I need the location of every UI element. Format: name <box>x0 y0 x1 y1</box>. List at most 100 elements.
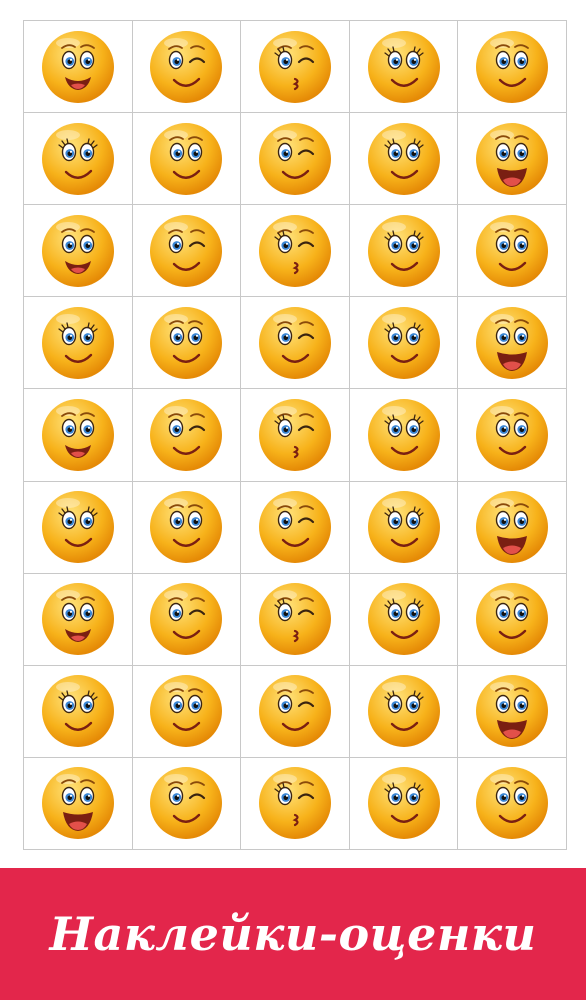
winking-emoji-icon <box>258 491 331 564</box>
title-banner: Наклейки-оценки <box>0 868 586 1000</box>
sticker-cell <box>240 296 350 390</box>
sticker-cell <box>240 664 350 758</box>
lashes-smile-emoji-icon <box>367 306 440 379</box>
sticker-cell <box>131 756 242 851</box>
winking-emoji-icon <box>150 214 223 287</box>
sticker-cell <box>23 296 133 390</box>
sticker-cell <box>348 204 459 298</box>
laughing-emoji-icon <box>41 767 114 840</box>
sticker-cell <box>240 204 350 298</box>
sticker-row <box>23 664 567 758</box>
smile-emoji-icon <box>476 214 549 287</box>
sticker-row <box>23 19 567 114</box>
lashes-smile-emoji-icon <box>41 675 114 748</box>
sticker-row <box>23 388 567 482</box>
sticker-row <box>23 204 567 298</box>
winking-emoji-icon <box>258 306 331 379</box>
sticker-cell <box>240 19 350 114</box>
sticker-cell <box>348 296 459 390</box>
winking-emoji-icon <box>150 398 223 471</box>
smile-emoji-icon <box>476 30 549 103</box>
lashes-smile-emoji-icon <box>367 767 440 840</box>
sticker-cell <box>348 480 459 574</box>
sticker-cell <box>131 572 242 666</box>
sticker-cell <box>23 112 133 206</box>
lashes-smile-emoji-icon <box>367 398 440 471</box>
sticker-cell <box>457 480 567 574</box>
sticker-cell <box>348 112 459 206</box>
sticker-cell <box>23 204 133 298</box>
sticker-row <box>23 572 567 666</box>
sticker-cell <box>348 756 459 851</box>
lashes-smile-emoji-icon <box>367 583 440 656</box>
flirty-wink-emoji-icon <box>258 214 331 287</box>
smile-emoji-icon <box>150 122 223 195</box>
sticker-cell <box>348 572 459 666</box>
sticker-cell <box>457 112 567 206</box>
winking-emoji-icon <box>150 30 223 103</box>
sticker-cell <box>131 112 242 206</box>
sticker-cell <box>457 19 567 114</box>
lashes-smile-emoji-icon <box>41 491 114 564</box>
sticker-cell <box>23 388 133 482</box>
sticker-cell <box>240 756 350 851</box>
sticker-cell <box>457 204 567 298</box>
lashes-smile-emoji-icon <box>41 122 114 195</box>
smile-emoji-icon <box>150 491 223 564</box>
sticker-cell <box>23 664 133 758</box>
sticker-row <box>23 480 567 574</box>
sticker-cell <box>240 572 350 666</box>
sticker-cell <box>23 572 133 666</box>
sticker-cell <box>240 480 350 574</box>
lashes-smile-emoji-icon <box>367 30 440 103</box>
sticker-cell <box>348 664 459 758</box>
sticker-cell <box>23 19 133 114</box>
flirty-wink-emoji-icon <box>258 398 331 471</box>
lashes-smile-emoji-icon <box>367 491 440 564</box>
sticker-cell <box>240 112 350 206</box>
sticker-cell <box>457 572 567 666</box>
flirty-wink-emoji-icon <box>258 30 331 103</box>
sticker-cell <box>131 664 242 758</box>
winking-emoji-icon <box>258 675 331 748</box>
flirty-wink-emoji-icon <box>258 583 331 656</box>
laughing-emoji-icon <box>476 675 549 748</box>
happy-smile-emoji-icon <box>41 398 114 471</box>
smile-emoji-icon <box>150 675 223 748</box>
sticker-sheet <box>23 19 567 851</box>
sticker-cell <box>131 204 242 298</box>
sticker-row <box>23 112 567 206</box>
smile-emoji-icon <box>476 398 549 471</box>
lashes-smile-emoji-icon <box>41 306 114 379</box>
sticker-cell <box>348 19 459 114</box>
winking-emoji-icon <box>150 583 223 656</box>
smile-emoji-icon <box>476 583 549 656</box>
sticker-cell <box>131 19 242 114</box>
happy-smile-emoji-icon <box>41 30 114 103</box>
winking-emoji-icon <box>258 122 331 195</box>
sticker-cell <box>457 756 567 851</box>
sticker-row <box>23 756 567 851</box>
sticker-cell <box>131 480 242 574</box>
sticker-cell <box>457 296 567 390</box>
flirty-wink-emoji-icon <box>258 767 331 840</box>
lashes-smile-emoji-icon <box>367 675 440 748</box>
sticker-cell <box>131 388 242 482</box>
smile-emoji-icon <box>150 306 223 379</box>
smile-emoji-icon <box>476 767 549 840</box>
sticker-row <box>23 296 567 390</box>
laughing-emoji-icon <box>476 306 549 379</box>
laughing-emoji-icon <box>476 122 549 195</box>
sticker-cell <box>457 664 567 758</box>
sticker-cell <box>348 388 459 482</box>
sticker-cell <box>131 296 242 390</box>
page-title: Наклейки-оценки <box>49 907 537 961</box>
lashes-smile-emoji-icon <box>367 122 440 195</box>
winking-emoji-icon <box>150 767 223 840</box>
sticker-cell <box>23 756 133 851</box>
sticker-cell <box>23 480 133 574</box>
sticker-cell <box>457 388 567 482</box>
lashes-smile-emoji-icon <box>367 214 440 287</box>
happy-smile-emoji-icon <box>41 214 114 287</box>
laughing-emoji-icon <box>476 491 549 564</box>
